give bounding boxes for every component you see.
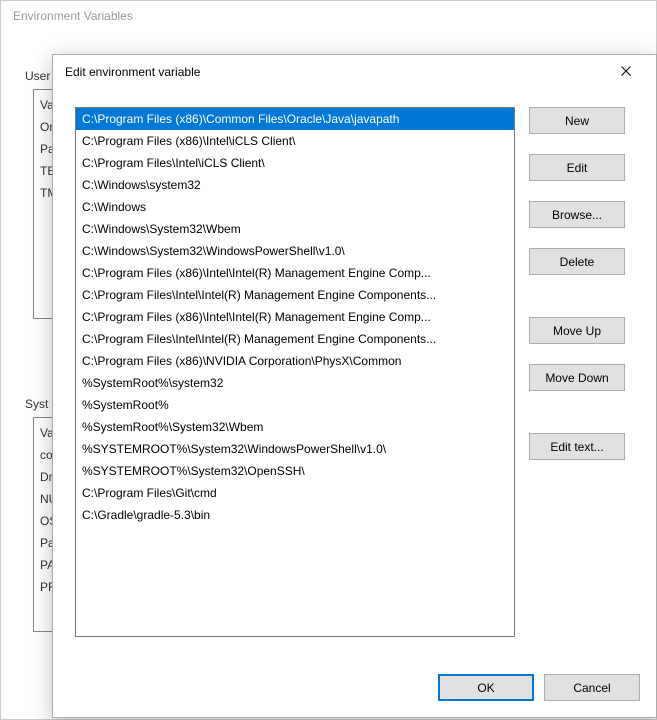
path-list-item[interactable]: C:\Program Files (x86)\Common Files\Orac… — [76, 108, 514, 130]
dialog-title: Edit environment variable — [65, 65, 606, 79]
move-down-button[interactable]: Move Down — [529, 364, 625, 391]
parent-dialog-title: Environment Variables — [1, 1, 656, 31]
edit-button[interactable]: Edit — [529, 154, 625, 181]
side-buttons: New Edit Browse... Delete Move Up Move D… — [529, 107, 625, 460]
path-list-item[interactable]: C:\Program Files (x86)\Intel\Intel(R) Ma… — [76, 262, 514, 284]
path-list-item[interactable]: %SystemRoot%\System32\Wbem — [76, 416, 514, 438]
dialog-body: C:\Program Files (x86)\Common Files\Orac… — [53, 89, 656, 717]
path-list-item[interactable]: C:\Program Files\Intel\iCLS Client\ — [76, 152, 514, 174]
move-up-button[interactable]: Move Up — [529, 317, 625, 344]
dialog-titlebar: Edit environment variable — [53, 55, 656, 89]
path-listbox[interactable]: C:\Program Files (x86)\Common Files\Orac… — [75, 107, 515, 637]
browse-button[interactable]: Browse... — [529, 201, 625, 228]
close-button[interactable] — [606, 58, 646, 86]
path-list-item[interactable]: %SYSTEMROOT%\System32\WindowsPowerShell\… — [76, 438, 514, 460]
path-list-item[interactable]: %SystemRoot% — [76, 394, 514, 416]
dialog-buttons: OK Cancel — [438, 674, 640, 701]
edit-env-var-dialog: Edit environment variable C:\Program Fil… — [52, 54, 657, 718]
close-icon — [621, 65, 631, 79]
edit-text-button[interactable]: Edit text... — [529, 433, 625, 460]
ok-button[interactable]: OK — [438, 674, 534, 701]
path-list-item[interactable]: C:\Windows\System32\Wbem — [76, 218, 514, 240]
path-list-item[interactable]: C:\Program Files (x86)\Intel\Intel(R) Ma… — [76, 306, 514, 328]
user-vars-label: User — [25, 69, 50, 83]
path-list-item[interactable]: C:\Windows — [76, 196, 514, 218]
path-list-item[interactable]: %SystemRoot%\system32 — [76, 372, 514, 394]
path-list-item[interactable]: C:\Program Files\Intel\Intel(R) Manageme… — [76, 284, 514, 306]
path-list-item[interactable]: C:\Program Files\Intel\Intel(R) Manageme… — [76, 328, 514, 350]
path-list-item[interactable]: C:\Program Files\Git\cmd — [76, 482, 514, 504]
path-list-item[interactable]: C:\Windows\system32 — [76, 174, 514, 196]
path-list-item[interactable]: C:\Program Files (x86)\NVIDIA Corporatio… — [76, 350, 514, 372]
path-list-item[interactable]: C:\Gradle\gradle-5.3\bin — [76, 504, 514, 526]
new-button[interactable]: New — [529, 107, 625, 134]
cancel-button[interactable]: Cancel — [544, 674, 640, 701]
path-list-item[interactable]: C:\Windows\System32\WindowsPowerShell\v1… — [76, 240, 514, 262]
system-vars-label: Syst — [25, 397, 48, 411]
delete-button[interactable]: Delete — [529, 248, 625, 275]
path-list-item[interactable]: %SYSTEMROOT%\System32\OpenSSH\ — [76, 460, 514, 482]
path-list-item[interactable]: C:\Program Files (x86)\Intel\iCLS Client… — [76, 130, 514, 152]
